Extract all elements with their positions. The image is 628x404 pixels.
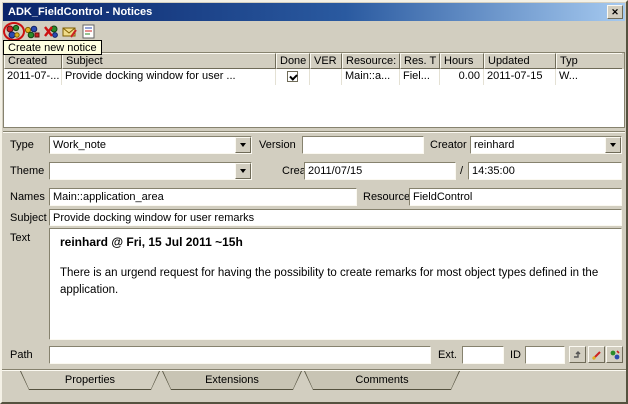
dropdown-arrow-icon[interactable] [235,163,251,179]
mail-notice-button[interactable] [60,24,79,41]
column-header-created[interactable]: Created [4,53,62,69]
objects-icon [609,349,621,361]
cell-type: W... [556,69,622,85]
delete-notice-icon [43,24,59,40]
version-label: Version [259,139,296,151]
version-input[interactable] [302,136,424,154]
tab-comments-label: Comments [305,371,459,389]
tab-comments[interactable]: Comments [304,371,460,390]
text-entry-body: There is an urgend request for having th… [60,265,605,300]
column-header-ver[interactable]: VER [310,53,342,69]
close-button[interactable]: ✕ [607,5,623,19]
type-combobox[interactable]: Work_note [49,136,252,154]
tab-strip: Properties Extensions Comments [2,370,626,402]
column-header-resources[interactable]: Resource: [342,53,400,69]
cell-hours: 0.00 [440,69,484,85]
tab-properties-label: Properties [21,371,159,389]
notices-table: Created Subject Done VER Resource: Res. … [3,52,625,128]
window-title: ADK_FieldControl - Notices [5,6,607,18]
resource-input[interactable] [409,188,622,206]
column-header-subject[interactable]: Subject [62,53,276,69]
names-label: Names [10,191,45,203]
browse-path-button[interactable] [569,346,586,363]
type-label: Type [10,139,34,151]
date-time-separator: / [460,165,463,177]
created-time-input[interactable] [468,162,622,180]
cell-resources: Main::a... [342,69,400,85]
browse-icon [572,349,584,361]
resource-label: Resource [363,191,410,203]
column-header-updated[interactable]: Updated [484,53,556,69]
new-linked-notice-button[interactable] [22,24,41,41]
path-label: Path [10,349,33,361]
title-bar[interactable]: ADK_FieldControl - Notices ✕ [3,3,625,21]
create-notice-button[interactable] [3,24,22,41]
pen-icon [591,349,603,361]
path-input[interactable] [49,346,431,364]
cell-subject: Provide docking window for user ... [62,69,276,85]
new-linked-notice-icon [24,24,40,40]
dropdown-arrow-icon[interactable] [235,137,251,153]
tab-extensions-label: Extensions [163,371,301,389]
column-header-done[interactable]: Done [276,53,310,69]
separator-line [3,131,625,133]
subject-input[interactable] [49,209,622,226]
done-checkbox[interactable] [287,71,298,82]
type-value: Work_note [50,139,235,151]
id-label: ID [510,349,521,361]
notices-window: ADK_FieldControl - Notices ✕ [0,0,628,404]
text-entry-header: reinhard @ Fri, 15 Jul 2011 ~15h [60,235,611,249]
mail-notice-icon [62,24,78,40]
id-input[interactable] [525,346,565,364]
table-body: 2011-07-... Provide docking window for u… [4,69,624,127]
ext-input[interactable] [462,346,504,364]
column-header-type[interactable]: Typ [556,53,622,69]
close-icon: ✕ [611,7,619,17]
notice-report-icon [81,24,97,40]
creator-value: reinhard [471,139,605,151]
dropdown-arrow-icon[interactable] [605,137,621,153]
created-date-input[interactable] [304,162,456,180]
cell-updated: 2011-07-15 [484,69,556,85]
text-area[interactable]: reinhard @ Fri, 15 Jul 2011 ~15h There i… [49,228,622,340]
subject-label: Subject [10,212,47,224]
tab-properties[interactable]: Properties [20,371,160,390]
text-label: Text [10,232,30,244]
tab-extensions[interactable]: Extensions [162,371,302,390]
notice-report-button[interactable] [79,24,98,41]
cell-ver [310,69,342,85]
delete-notice-button[interactable] [41,24,60,41]
edit-link-button[interactable] [588,346,605,363]
toolbar [3,23,625,41]
create-notice-icon [5,24,21,40]
cell-res-type: Fiel... [400,69,440,85]
creator-combobox[interactable]: reinhard [470,136,622,154]
cell-created: 2011-07-... [4,69,62,85]
open-object-button[interactable] [606,346,623,363]
table-row[interactable]: 2011-07-... Provide docking window for u… [4,69,624,85]
column-header-hours[interactable]: Hours [440,53,484,69]
column-header-res-type[interactable]: Res. T [400,53,440,69]
table-header: Created Subject Done VER Resource: Res. … [4,53,624,69]
names-input[interactable] [49,188,357,206]
tooltip: Create new notice [3,40,102,55]
creator-label: Creator [430,139,467,151]
theme-combobox[interactable] [49,162,252,180]
theme-label: Theme [10,165,44,177]
cell-done [276,69,310,85]
ext-label: Ext. [438,349,457,361]
